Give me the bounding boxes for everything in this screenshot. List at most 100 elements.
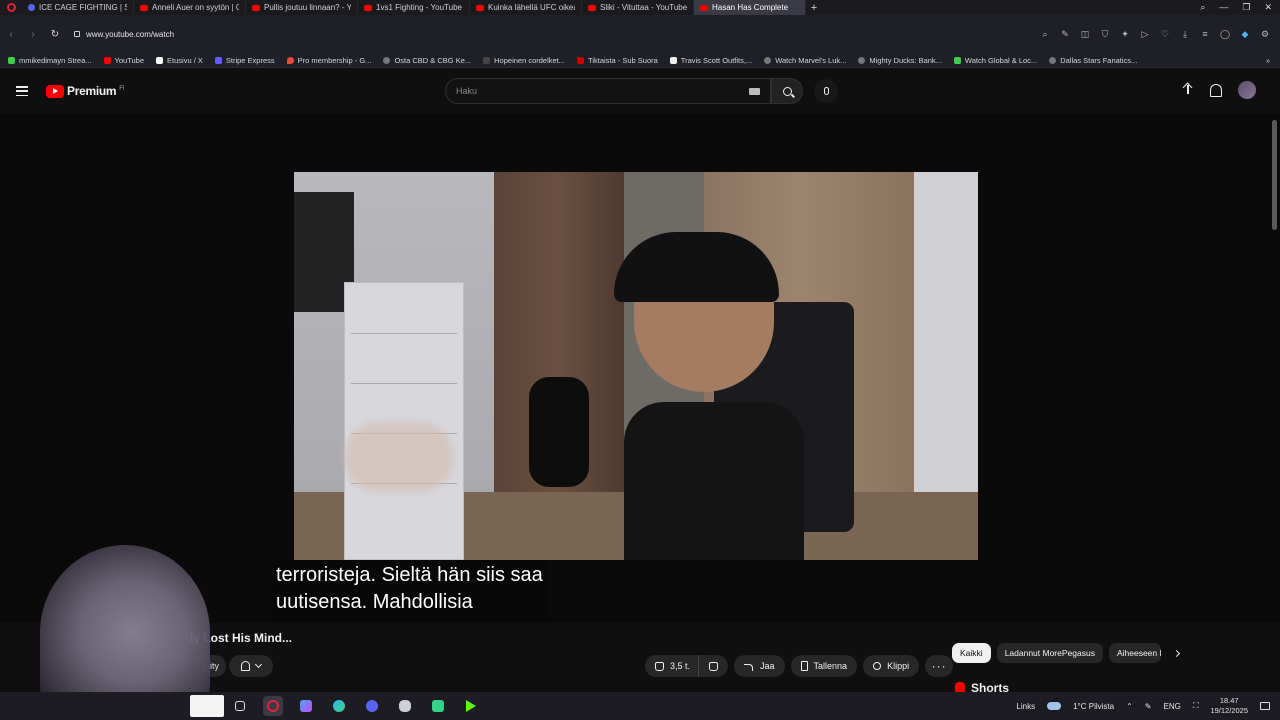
bookmark-item[interactable]: Hopeinen cordelket...: [483, 56, 565, 65]
notifications-bell-icon[interactable]: [1210, 83, 1222, 97]
url-field[interactable]: www.youtube.com/watch: [74, 30, 174, 39]
clock[interactable]: 18.47 19/12/2025: [1210, 696, 1248, 716]
video-subtitles: terroristeja. Sieltä hän siis saa uutise…: [272, 560, 549, 620]
edit-icon[interactable]: ✎: [1060, 29, 1070, 40]
network-icon[interactable]: ⛶: [1193, 701, 1199, 711]
restore-icon[interactable]: ❐: [1242, 2, 1250, 13]
browser-tab[interactable]: Sliki - Vituttaa - YouTube: [582, 0, 694, 15]
browser-tab[interactable]: Anneli Auer on syytön | O: [134, 0, 246, 15]
bookmark-item[interactable]: Dallas Stars Fanatics...: [1049, 56, 1137, 65]
subscription-bell-button[interactable]: [229, 655, 273, 677]
avatar[interactable]: [1238, 81, 1256, 99]
browser-tab[interactable]: Pullis joutuu linnaan? - Yo: [246, 0, 358, 15]
youtube-icon: [577, 56, 585, 64]
forward-icon[interactable]: ›: [22, 29, 44, 40]
back-icon[interactable]: ‹: [0, 29, 22, 40]
map-pin-icon: [286, 56, 294, 64]
heart-icon[interactable]: ♡: [1160, 29, 1170, 40]
browser-tab[interactable]: Kuinka lähellä UFC oikeas: [470, 0, 582, 15]
clip-button[interactable]: Klippi: [863, 655, 920, 677]
chip-all[interactable]: Kaikki: [952, 643, 991, 663]
shield-icon[interactable]: ⛉: [1100, 29, 1110, 40]
settings-icon[interactable]: ⚙: [1260, 29, 1270, 40]
weather-widget[interactable]: 1°C Pilvista: [1073, 702, 1114, 711]
globe-icon: [383, 56, 391, 64]
search-input[interactable]: Haku: [445, 78, 771, 104]
browser-tab-active[interactable]: Hasan Has Complete: [694, 0, 806, 15]
aria-icon[interactable]: ◆: [1240, 29, 1250, 40]
close-icon[interactable]: ✕: [1264, 2, 1272, 13]
address-bar: ‹ › ↻ www.youtube.com/watch ⌕ ✎ ◫ ⛉ ✦ ▷ …: [0, 15, 1280, 53]
bookmark-item[interactable]: YouTube: [103, 56, 144, 65]
menu-icon[interactable]: ≡: [1200, 29, 1210, 40]
streaming-app-icon[interactable]: [461, 696, 481, 716]
browser-tab[interactable]: ICE CAGE FIGHTING | Suo: [22, 0, 134, 15]
discord-icon: [28, 4, 35, 11]
cloud-icon[interactable]: [1047, 702, 1062, 710]
like-button[interactable]: 3,5 t.: [645, 655, 700, 677]
bookmark-item[interactable]: Osta CBD & CBG Ke...: [383, 56, 471, 65]
reload-icon[interactable]: ↻: [44, 29, 66, 40]
bookmark-item[interactable]: Mighty Ducks: Bank...: [858, 56, 942, 65]
chip-related[interactable]: Aiheeseen li: [1108, 643, 1161, 663]
links-toolbar[interactable]: Links: [1016, 702, 1035, 711]
windows-taskbar: Links 1°C Pilvista ⌃ ✎ ENG ⛶ 18.47 19/12…: [0, 692, 1280, 720]
bookmarks-more-icon[interactable]: »: [1266, 56, 1280, 65]
bookmark-item[interactable]: Watch Marvel's Luk...: [764, 56, 846, 65]
youtube-icon: [140, 4, 148, 11]
masthead-actions: [1182, 81, 1256, 99]
bookmark-item[interactable]: Stripe Express: [214, 56, 275, 65]
browser-tab[interactable]: 1vs1 Fighting - YouTube: [358, 0, 470, 15]
opera-logo-icon[interactable]: [0, 0, 22, 15]
keyboard-icon[interactable]: [749, 88, 760, 95]
snapshot-icon[interactable]: ◫: [1080, 29, 1090, 40]
extension-icon[interactable]: ✦: [1120, 29, 1130, 40]
dislike-button[interactable]: [699, 655, 729, 677]
bookmark-item[interactable]: mmikedimayn Strea...: [8, 56, 92, 65]
share-icon: [744, 662, 754, 671]
chip-uploader[interactable]: Ladannut MorePegasus: [996, 643, 1103, 663]
photos-icon[interactable]: [296, 696, 316, 716]
tab-search-icon[interactable]: ⌕: [1200, 2, 1205, 13]
task-view-icon[interactable]: [230, 696, 250, 716]
search-button[interactable]: [771, 78, 803, 104]
new-tab-button[interactable]: +: [806, 2, 822, 14]
bookmark-item[interactable]: Pro membership - G...: [286, 56, 371, 65]
profile-icon[interactable]: ◯: [1220, 29, 1230, 40]
chat-app-icon[interactable]: [428, 696, 448, 716]
youtube-icon: [252, 4, 260, 11]
bookmark-item[interactable]: Tiktaista - Sub Suora: [577, 56, 658, 65]
bookmark-item[interactable]: Watch Global & Loc...: [953, 56, 1037, 65]
voice-search-button[interactable]: [814, 79, 838, 103]
play-icon[interactable]: ▷: [1140, 29, 1150, 40]
taskbar-search-box[interactable]: [190, 695, 224, 717]
youtube-premium-logo[interactable]: Premium FI: [46, 84, 125, 98]
scissors-icon: [873, 662, 882, 670]
bell-icon: [241, 661, 250, 671]
page-scrollbar[interactable]: [1272, 120, 1277, 230]
minimize-icon[interactable]: —: [1219, 2, 1228, 13]
download-icon[interactable]: ⤓: [1180, 29, 1190, 40]
video-actions: 3,5 t. Jaa Tallenna Klippi ···: [645, 655, 954, 677]
share-button[interactable]: Jaa: [734, 655, 785, 677]
chevron-up-icon[interactable]: ⌃: [1126, 702, 1133, 711]
pen-icon[interactable]: ✎: [1145, 702, 1152, 711]
video-frame[interactable]: [294, 172, 978, 560]
bookmark-item[interactable]: Etusivu / X: [156, 56, 203, 65]
lock-icon[interactable]: [74, 31, 80, 37]
thumbs-up-icon: [655, 661, 664, 671]
zoom-icon[interactable]: ⌕: [1040, 29, 1050, 40]
more-actions-button[interactable]: ···: [925, 655, 954, 677]
chevron-right-icon[interactable]: [1167, 643, 1187, 663]
opera-icon[interactable]: [263, 696, 283, 716]
upload-icon[interactable]: [1182, 83, 1194, 97]
hamburger-menu-icon[interactable]: [16, 86, 28, 96]
edge-icon[interactable]: [329, 696, 349, 716]
youtube-play-logo-icon: [46, 84, 64, 98]
bookmark-item[interactable]: Travis Scott Outfits,...: [669, 56, 752, 65]
language-indicator[interactable]: ENG: [1164, 702, 1181, 711]
discord-icon[interactable]: [362, 696, 382, 716]
notifications-icon[interactable]: [1260, 702, 1270, 710]
save-button[interactable]: Tallenna: [790, 655, 858, 677]
game-controller-icon[interactable]: [395, 696, 415, 716]
